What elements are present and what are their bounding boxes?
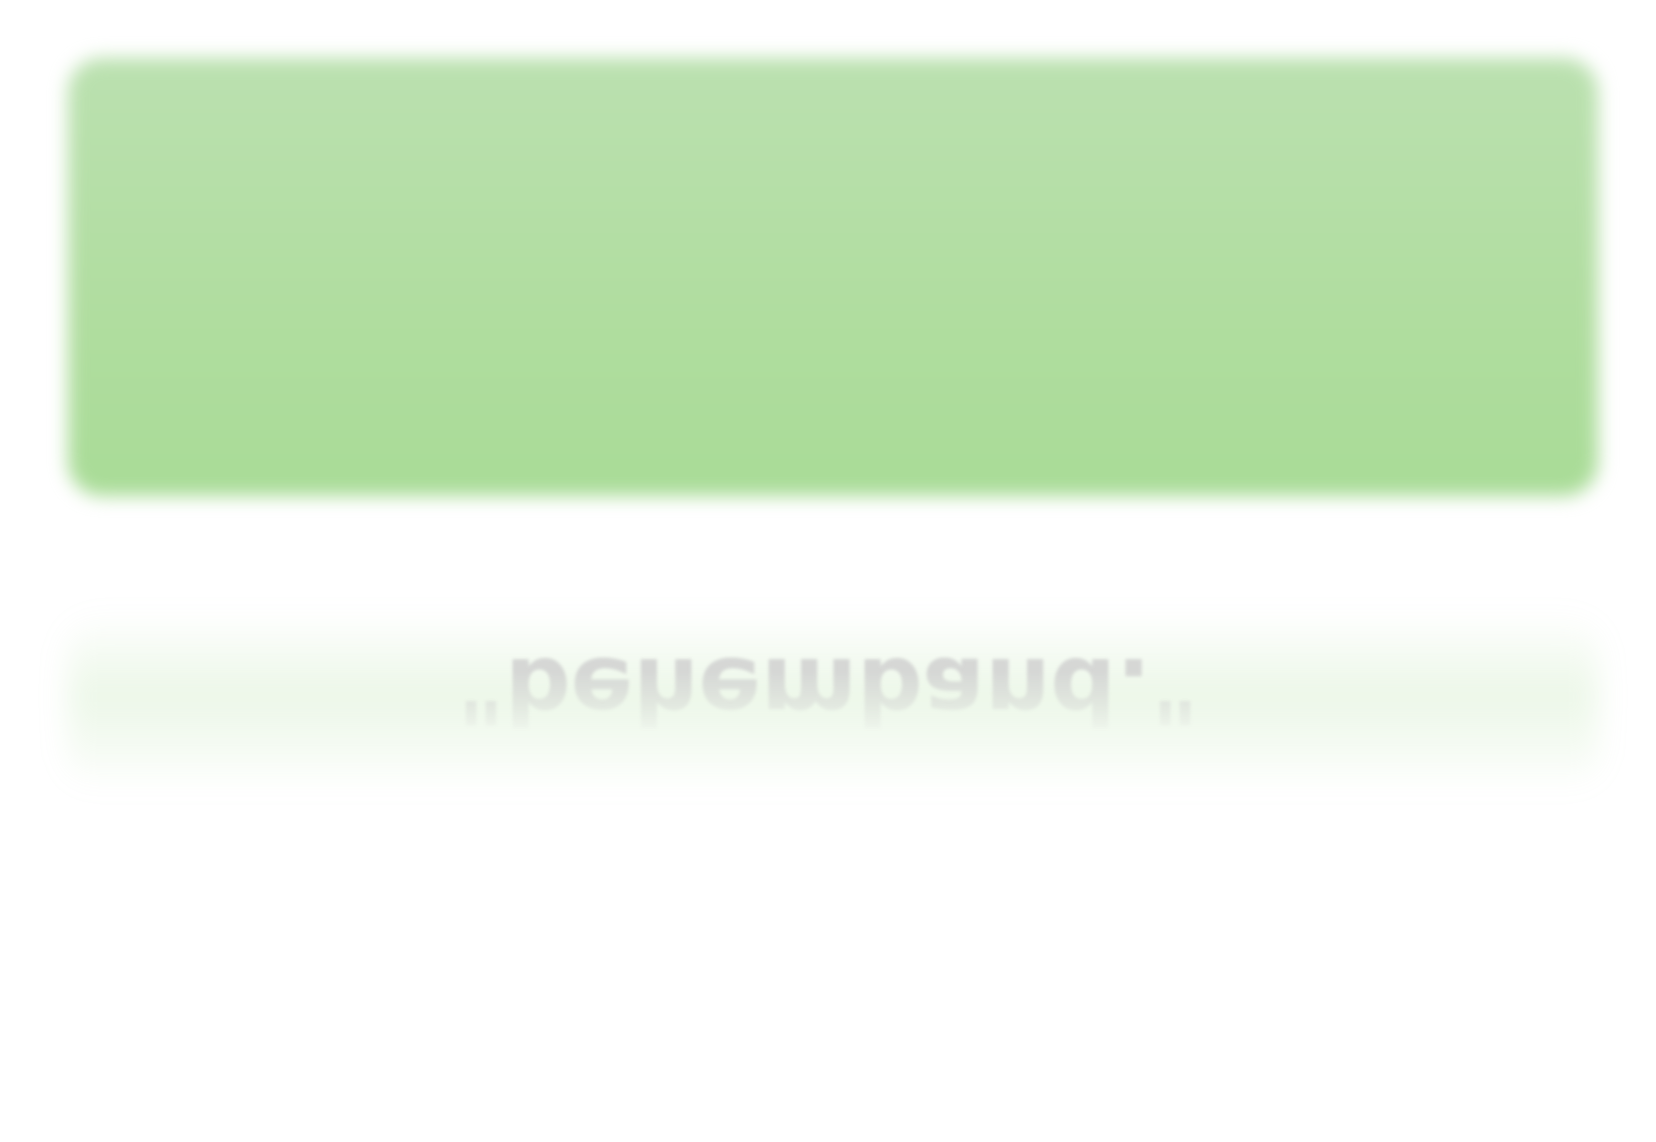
green-banner (68, 58, 1598, 496)
reflected-title-text: "behemband." (456, 637, 1200, 744)
